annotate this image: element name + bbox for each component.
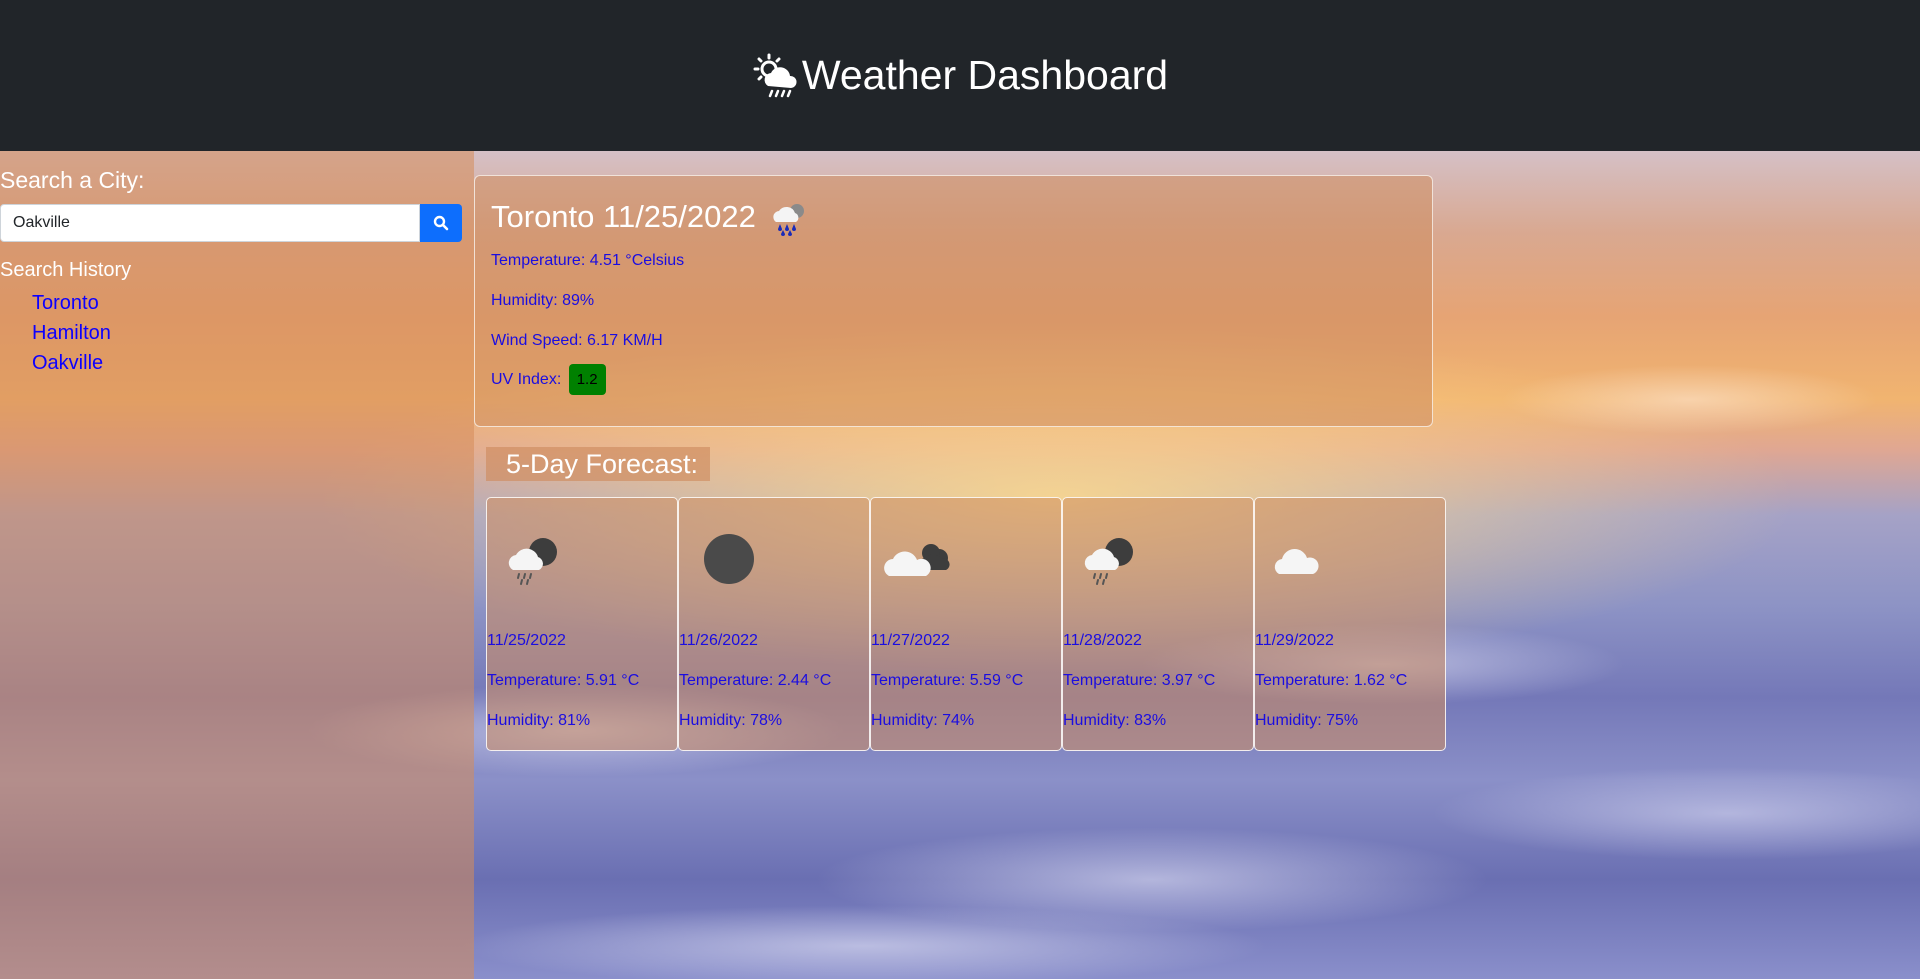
forecast-title: 5-Day Forecast: <box>486 447 711 481</box>
search-button[interactable] <box>420 204 462 242</box>
cloud-rain-moon-icon <box>508 538 557 585</box>
uv-label: UV Index: <box>491 371 562 388</box>
page-header: Weather Dashboard <box>0 0 1920 151</box>
history-item: Oakville <box>32 352 111 382</box>
rain-cloud-icon <box>773 204 804 236</box>
forecast-card: 11/25/2022 Temperature: 5.91 °C Humidity… <box>486 497 678 751</box>
current-wind-speed: Wind Speed: 6.17 KM/H <box>491 332 663 349</box>
page-title: Weather Dashboard <box>752 52 1168 100</box>
history-link-oakville[interactable]: Oakville <box>32 352 103 374</box>
history-item: Toronto <box>32 292 111 322</box>
forecast-humidity: Humidity: 81% <box>487 712 591 729</box>
current-weather-card: Toronto 11/25/2022 Temperature: 4.51 °Ce… <box>474 175 1433 427</box>
current-uv-row: UV Index: 1.2 <box>491 364 606 395</box>
forecast-date: 11/25/2022 <box>487 632 566 649</box>
history-link-hamilton[interactable]: Hamilton <box>32 322 111 344</box>
cloud-rain-moon-icon <box>1084 538 1133 585</box>
cloud-icon <box>1274 549 1319 574</box>
history-item: Hamilton <box>32 322 111 352</box>
forecast-date: 11/28/2022 <box>1063 632 1142 649</box>
forecast-cards: 11/25/2022 Temperature: 5.91 °C Humidity… <box>486 497 1446 751</box>
forecast-card: 11/28/2022 Temperature: 3.97 °C Humidity… <box>1062 497 1254 751</box>
forecast-temperature: Temperature: 5.59 °C <box>871 672 1024 689</box>
forecast-temperature: Temperature: 5.91 °C <box>487 672 640 689</box>
current-weather-heading: Toronto 11/25/2022 <box>491 196 810 238</box>
current-city-date: Toronto 11/25/2022 <box>491 199 756 234</box>
page-title-text: Weather Dashboard <box>801 52 1169 98</box>
forecast-humidity: Humidity: 74% <box>871 712 975 729</box>
search-icon <box>433 215 449 231</box>
forecast-humidity: Humidity: 83% <box>1063 712 1167 729</box>
search-input[interactable] <box>0 204 420 242</box>
forecast-temperature: Temperature: 2.44 °C <box>679 672 832 689</box>
history-list: Toronto Hamilton Oakville <box>32 292 111 382</box>
forecast-card: 11/29/2022 Temperature: 1.62 °C Humidity… <box>1254 497 1446 751</box>
uv-badge: 1.2 <box>568 364 606 395</box>
forecast-date: 11/27/2022 <box>871 632 950 649</box>
forecast-temperature: Temperature: 1.62 °C <box>1255 672 1408 689</box>
forecast-humidity: Humidity: 78% <box>679 712 783 729</box>
sidebar: Search a City: Search History Toronto Ha… <box>0 151 474 979</box>
forecast-temperature: Temperature: 3.97 °C <box>1063 672 1216 689</box>
search-label: Search a City: <box>0 167 145 193</box>
moon-icon <box>704 534 754 584</box>
forecast-humidity: Humidity: 75% <box>1255 712 1359 729</box>
sun-cloud-rain-icon <box>753 53 797 97</box>
history-title: Search History <box>0 259 132 281</box>
broken-clouds-icon <box>884 544 950 576</box>
search-form <box>0 204 462 242</box>
forecast-date: 11/26/2022 <box>679 632 758 649</box>
current-humidity: Humidity: 89% <box>491 292 595 309</box>
forecast-card: 11/27/2022 Temperature: 5.59 °C Humidity… <box>870 497 1062 751</box>
current-temperature: Temperature: 4.51 °Celsius <box>491 252 685 269</box>
forecast-date: 11/29/2022 <box>1255 632 1334 649</box>
history-link-toronto[interactable]: Toronto <box>32 292 99 314</box>
forecast-card: 11/26/2022 Temperature: 2.44 °C Humidity… <box>678 497 870 751</box>
